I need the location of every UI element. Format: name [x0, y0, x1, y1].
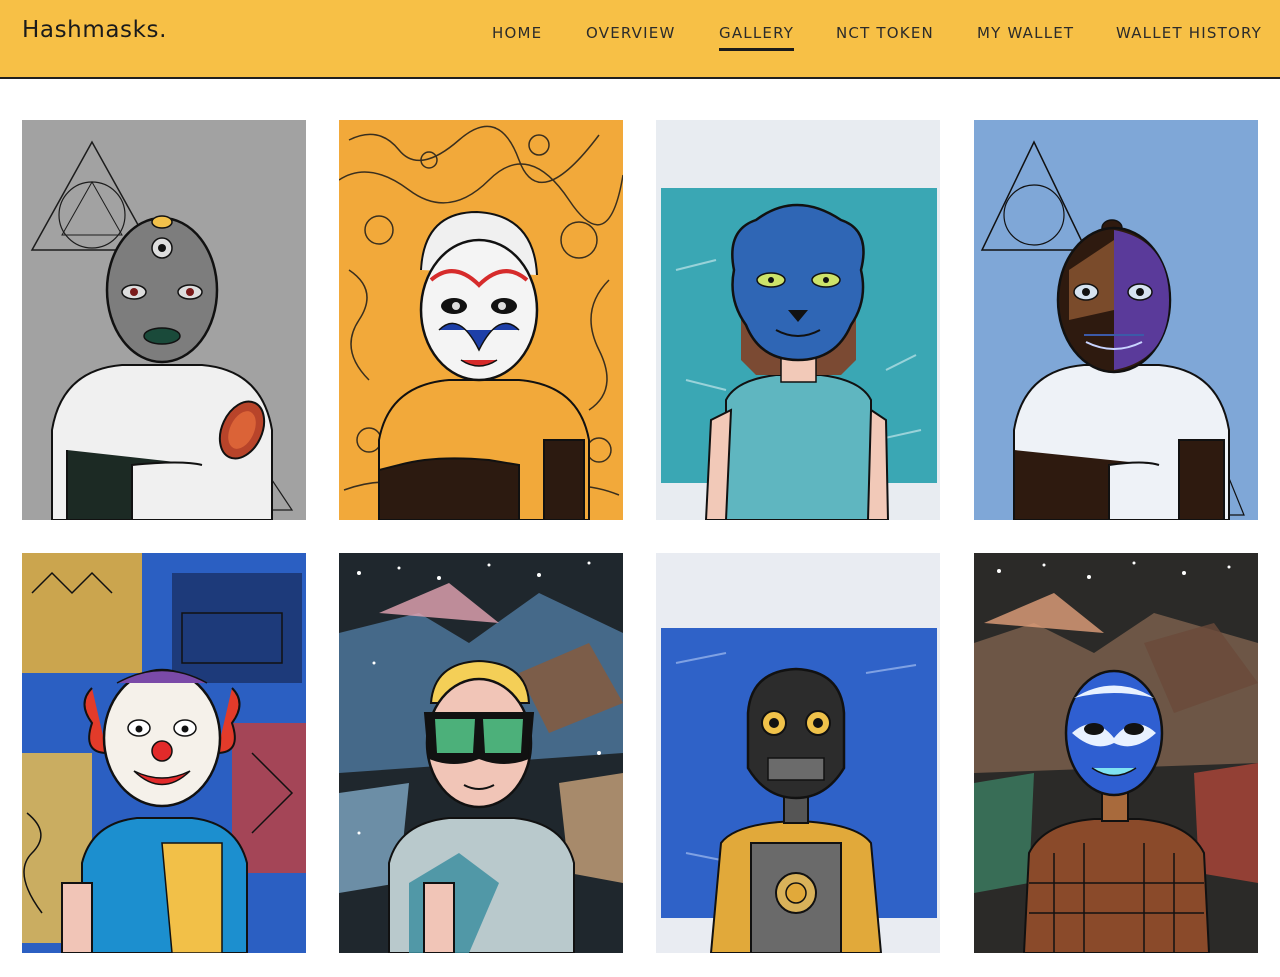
artwork-opera-mask [339, 120, 623, 520]
artwork-goggles-mask [339, 553, 623, 953]
gallery-item-5[interactable] [22, 553, 306, 953]
nav-gallery[interactable]: GALLERY [719, 24, 795, 51]
artwork-lion-mask [656, 120, 940, 520]
top-navigation-bar: Hashmasks. HOME OVERVIEW GALLERY NCT TOK… [0, 0, 1280, 79]
main-nav: HOME OVERVIEW GALLERY NCT TOKEN MY WALLE… [0, 24, 1280, 54]
artwork-grey-mask [22, 120, 306, 520]
gallery-item-6[interactable] [339, 553, 623, 953]
nav-my-wallet[interactable]: MY WALLET [977, 24, 1074, 48]
gallery-item-3[interactable] [656, 120, 940, 520]
gallery-item-1[interactable] [22, 120, 306, 520]
nav-wallet-history[interactable]: WALLET HISTORY [1116, 24, 1262, 48]
artwork-clown-mask [22, 553, 306, 953]
nav-home[interactable]: HOME [492, 24, 542, 48]
nav-overview[interactable]: OVERVIEW [586, 24, 675, 48]
artwork-robot-mask [656, 553, 940, 953]
artwork-blue-opera-mask [974, 553, 1258, 953]
nav-nct-token[interactable]: NCT TOKEN [836, 24, 934, 48]
gallery-item-8[interactable] [974, 553, 1258, 953]
gallery-item-2[interactable] [339, 120, 623, 520]
gallery-item-7[interactable] [656, 553, 940, 953]
artwork-patch-mask [974, 120, 1258, 520]
gallery-item-4[interactable] [974, 120, 1258, 520]
